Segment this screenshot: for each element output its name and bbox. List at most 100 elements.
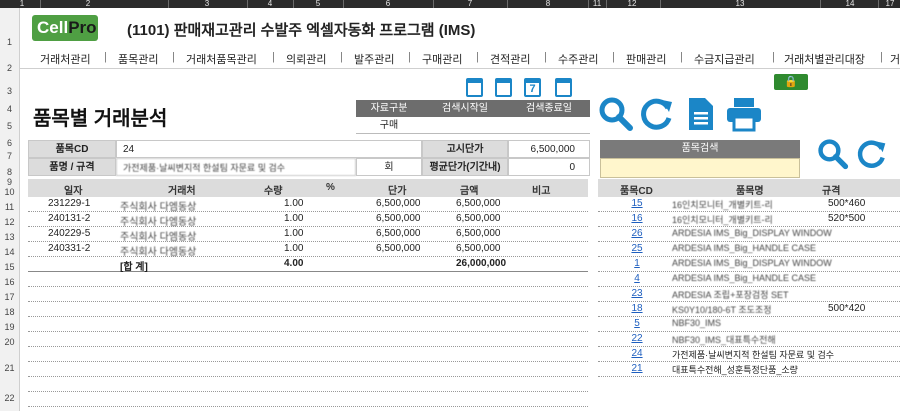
table-row[interactable]: 231229-1 주식회사 다엠동상 1.00 6,500,000 6,500,… <box>28 197 588 213</box>
item-name-label: 품명 / 규격 <box>28 158 116 176</box>
list-item[interactable]: 4 ARDESIA IMS_Big_HANDLE CASE <box>598 272 900 287</box>
menu-item-quotes[interactable]: 견적관리 <box>490 51 530 67</box>
col-qty: 수량 <box>264 186 283 197</box>
item-code-link[interactable]: 5 <box>628 318 646 329</box>
empty-row <box>28 287 588 302</box>
row-label[interactable]: 19 <box>0 322 19 332</box>
row-label[interactable]: 16 <box>0 277 19 287</box>
calendar-7-icon[interactable]: 7 <box>524 78 541 97</box>
calendar-check-icon[interactable] <box>495 78 512 97</box>
menu-item-orders[interactable]: 발주관리 <box>354 51 394 67</box>
menu-item-sales[interactable]: 판매관리 <box>626 51 666 67</box>
list-item[interactable]: 16 16인치모니터_개별키트-리 520*500 <box>598 212 900 227</box>
item-search-input[interactable] <box>600 158 800 178</box>
list-item[interactable]: 26 ARDESIA IMS_Big_DISPLAY WINDOW <box>598 227 900 242</box>
row-label[interactable]: 15 <box>0 262 19 272</box>
menu-item-clients[interactable]: 거래처관리 <box>40 51 91 67</box>
lock-icon[interactable]: 🔒 <box>774 74 808 90</box>
row-label[interactable]: 1 <box>0 37 19 47</box>
list-item[interactable]: 23 ARDESIA 조립+포장검정 SET <box>598 287 900 302</box>
item-code-link[interactable]: 25 <box>628 243 646 254</box>
column-label[interactable]: 4 <box>268 0 272 8</box>
row-label[interactable]: 5 <box>0 121 19 131</box>
item-code-link[interactable]: 16 <box>628 213 646 224</box>
row-label[interactable]: 9 <box>0 177 19 187</box>
column-label[interactable]: 7 <box>468 0 472 8</box>
column-label[interactable]: 13 <box>736 0 745 8</box>
calendar-grid-icon[interactable] <box>555 78 572 97</box>
row-label[interactable]: 7 <box>0 151 19 161</box>
list-item[interactable]: 25 ARDESIA IMS_Big_HANDLE CASE <box>598 242 900 257</box>
column-label[interactable]: 6 <box>386 0 390 8</box>
row-label[interactable]: 12 <box>0 217 19 227</box>
menu-item-products[interactable]: 품목관리 <box>118 51 158 67</box>
table-row[interactable]: 240331-2 주식회사 다엠동상 1.00 6,500,000 6,500,… <box>28 242 588 258</box>
col-item-name: 품목명 <box>736 186 764 197</box>
item-code-link[interactable]: 18 <box>628 303 646 314</box>
item-code-link[interactable]: 26 <box>628 228 646 239</box>
column-label[interactable]: 2 <box>86 0 90 8</box>
table-row[interactable]: 240131-2 주식회사 다엠동상 1.00 6,500,000 6,500,… <box>28 212 588 228</box>
menu-item-client-ledger[interactable]: 거래처별관리대장 <box>784 51 865 67</box>
menu-item-client-products[interactable]: 거래처품목관리 <box>186 51 257 67</box>
item-code-link[interactable]: 15 <box>628 198 646 209</box>
criteria-start-date[interactable] <box>422 117 508 134</box>
column-label[interactable]: 5 <box>316 0 320 8</box>
criteria-end-date[interactable] <box>508 117 590 134</box>
row-label[interactable]: 10 <box>0 187 19 197</box>
column-label[interactable]: 17 <box>886 0 895 8</box>
row-label[interactable]: 6 <box>0 138 19 148</box>
empty-row <box>28 317 588 332</box>
item-code-link[interactable]: 23 <box>628 288 646 299</box>
row-label[interactable]: 2 <box>0 63 19 73</box>
print-icon[interactable] <box>725 96 763 132</box>
row-label[interactable]: 21 <box>0 363 19 373</box>
item-code-link[interactable]: 24 <box>628 348 646 359</box>
list-item[interactable]: 1 ARDESIA IMS_Big_DISPLAY WINDOW <box>598 257 900 272</box>
empty-row <box>28 272 588 287</box>
column-label[interactable]: 11 <box>593 0 601 8</box>
empty-row <box>28 362 588 377</box>
list-item[interactable]: 22 NBF30_IMS_대표특수전해 <box>598 332 900 347</box>
menu-item-purchases[interactable]: 구매관리 <box>422 51 462 67</box>
menu-item-requests[interactable]: 의뢰관리 <box>286 51 326 67</box>
item-code-link[interactable]: 1 <box>628 258 646 269</box>
row-label[interactable]: 11 <box>0 202 19 212</box>
refresh-icon[interactable] <box>639 96 675 132</box>
column-label[interactable]: 1 <box>20 0 24 8</box>
item-code-link[interactable]: 4 <box>628 273 646 284</box>
menu-item-payments[interactable]: 수금지급관리 <box>694 51 755 67</box>
table-row[interactable]: 240229-5 주식회사 다엠동상 1.00 6,500,000 6,500,… <box>28 227 588 243</box>
row-label[interactable]: 8 <box>0 167 19 177</box>
column-label[interactable]: 12 <box>628 0 637 8</box>
row-label[interactable]: 22 <box>0 393 19 403</box>
item-code-field[interactable]: 24 <box>116 140 422 158</box>
document-icon[interactable] <box>686 96 716 132</box>
row-label[interactable]: 17 <box>0 292 19 302</box>
menu-item-more[interactable]: 거 <box>890 51 900 67</box>
list-item[interactable]: 15 16인치모니터_개별키트-리 500*460 <box>598 197 900 212</box>
column-header-bar: 1 2 3 4 5 6 7 8 11 12 13 14 17 <box>0 0 900 8</box>
item-refresh-icon[interactable] <box>856 138 888 170</box>
item-code-link[interactable]: 22 <box>628 333 646 344</box>
column-label[interactable]: 8 <box>546 0 550 8</box>
menu-item-sales-orders[interactable]: 수주관리 <box>558 51 598 67</box>
list-item[interactable]: 24 가전제품·날씨변지적 한설팀 자문료 및 검수 <box>598 347 900 362</box>
list-item[interactable]: 18 KS0Y10/180-6T 조도조정 500*420 <box>598 302 900 317</box>
list-item[interactable]: 21 대표특수전해_성훈특정단품_소량 <box>598 362 900 377</box>
column-label[interactable]: 14 <box>846 0 855 8</box>
criteria-type-select[interactable]: 구매 <box>356 117 422 134</box>
row-label[interactable]: 18 <box>0 307 19 317</box>
list-item[interactable]: 5 NBF30_IMS <box>598 317 900 332</box>
item-search-icon[interactable] <box>817 138 849 170</box>
row-label[interactable]: 20 <box>0 337 19 347</box>
row-label[interactable]: 13 <box>0 232 19 242</box>
row-label[interactable]: 4 <box>0 104 19 114</box>
row-label[interactable]: 3 <box>0 86 19 96</box>
column-label[interactable]: 3 <box>205 0 209 8</box>
item-code-link[interactable]: 21 <box>628 363 646 374</box>
empty-row <box>28 392 588 407</box>
calendar-icon[interactable] <box>466 78 483 97</box>
row-label[interactable]: 14 <box>0 247 19 257</box>
search-icon[interactable] <box>598 96 634 132</box>
